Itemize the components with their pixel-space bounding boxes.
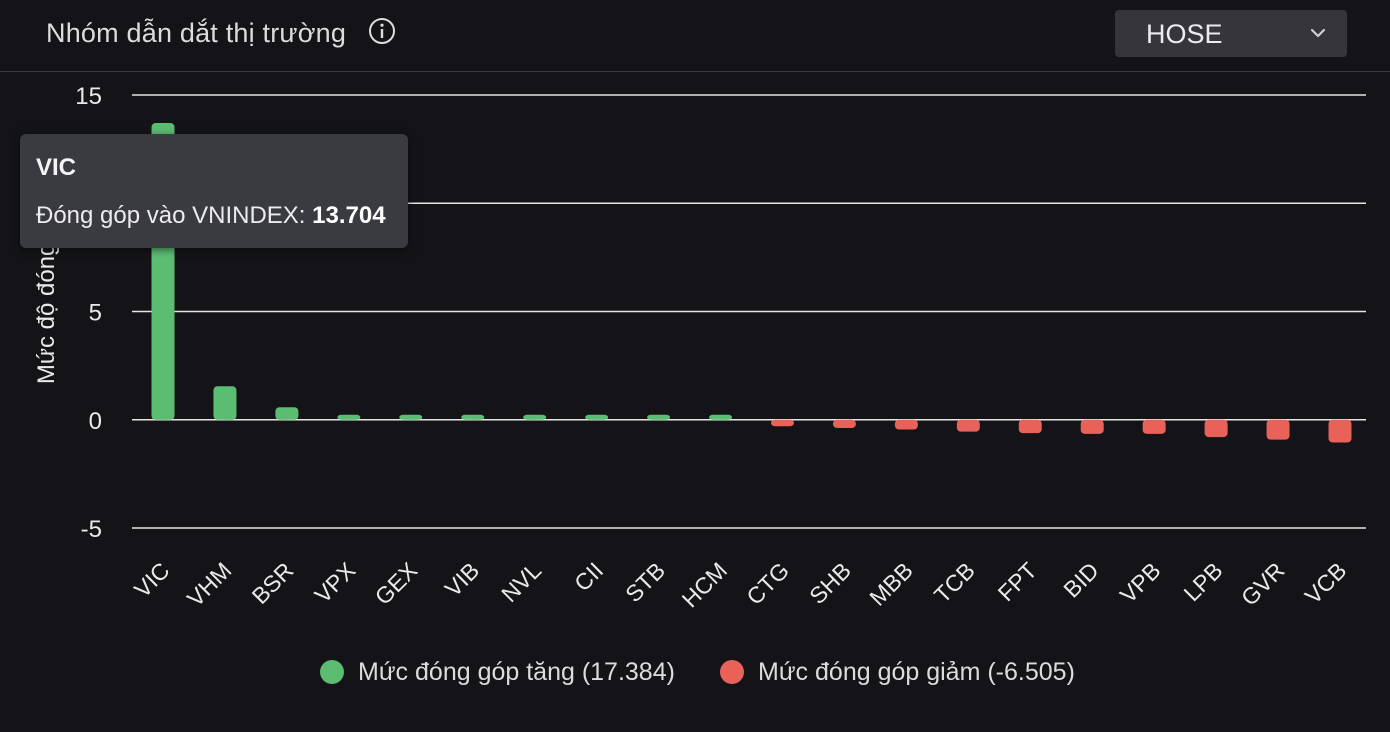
x-tick-label: VHM — [182, 557, 237, 612]
bar[interactable] — [275, 407, 299, 420]
x-tick-label: BID — [1058, 557, 1103, 602]
bar[interactable] — [894, 419, 918, 430]
legend-dot-increase — [320, 660, 344, 684]
legend-dot-decrease — [720, 660, 744, 684]
x-tick-label: FPT — [993, 557, 1042, 606]
info-icon[interactable] — [368, 17, 396, 45]
page-title: Nhóm dẫn dắt thị trường — [46, 18, 347, 48]
tooltip-title: VIC — [36, 154, 77, 181]
y-tick-label: 5 — [89, 300, 102, 327]
chevron-down-icon — [1310, 28, 1326, 38]
x-tick-label: VPB — [1115, 557, 1166, 608]
x-tick-label: CII — [569, 557, 608, 596]
bar[interactable] — [213, 386, 237, 420]
y-tick-label: -5 — [81, 516, 102, 543]
x-tick-label: BSR — [247, 557, 299, 609]
bar[interactable] — [1018, 419, 1042, 434]
x-tick-label: VIB — [440, 557, 485, 602]
chart-tooltip: VIC Đóng góp vào VNINDEX: 13.704 — [20, 134, 408, 248]
exchange-select[interactable]: HOSE — [1115, 10, 1347, 57]
bar[interactable] — [770, 419, 794, 427]
x-tick-label: LPB — [1179, 557, 1228, 606]
tooltip-label: Đóng góp vào VNINDEX: — [36, 202, 313, 229]
chart-legend: Mức đóng góp tăng (17.384) Mức đóng góp … — [0, 656, 1390, 690]
legend-label-decrease: Mức đóng góp giảm (-6.505) — [758, 658, 1075, 686]
y-tick-label: 15 — [75, 83, 102, 110]
bar[interactable] — [956, 419, 980, 432]
bar[interactable] — [1080, 419, 1104, 434]
x-tick-label: MBB — [864, 557, 918, 611]
bar[interactable] — [461, 414, 485, 420]
bar[interactable] — [399, 414, 423, 420]
tooltip-value: 13.704 — [312, 202, 386, 229]
bar[interactable] — [832, 419, 856, 428]
chart-header: Nhóm dẫn dắt thị trường HOSE — [0, 0, 1390, 72]
x-tick-label: TCB — [929, 557, 980, 608]
bar[interactable] — [1328, 419, 1352, 443]
x-tick-label: GEX — [370, 557, 423, 610]
x-tick-label: STB — [620, 557, 670, 607]
legend-label-increase: Mức đóng góp tăng (17.384) — [358, 658, 675, 686]
bar[interactable] — [1204, 419, 1228, 438]
bar[interactable] — [709, 414, 733, 420]
bar[interactable] — [337, 414, 361, 420]
exchange-select-value: HOSE — [1146, 19, 1223, 49]
bar[interactable] — [1142, 419, 1166, 434]
bar[interactable] — [647, 414, 671, 420]
x-tick-label: NVL — [496, 557, 546, 607]
bar[interactable] — [1266, 419, 1290, 440]
bar[interactable] — [523, 414, 547, 420]
tooltip-line: Đóng góp vào VNINDEX: 13.704 — [36, 202, 386, 230]
x-tick-label: VCB — [1300, 557, 1352, 609]
x-tick-label: VPX — [309, 557, 360, 608]
x-tick-label: VIC — [129, 557, 174, 602]
x-tick-label: CTG — [741, 557, 794, 610]
x-tick-label: HCM — [677, 557, 732, 612]
x-tick-label: SHB — [804, 557, 856, 609]
bar[interactable] — [585, 414, 609, 420]
y-tick-label: 0 — [89, 408, 102, 435]
x-tick-label: GVR — [1236, 557, 1290, 611]
